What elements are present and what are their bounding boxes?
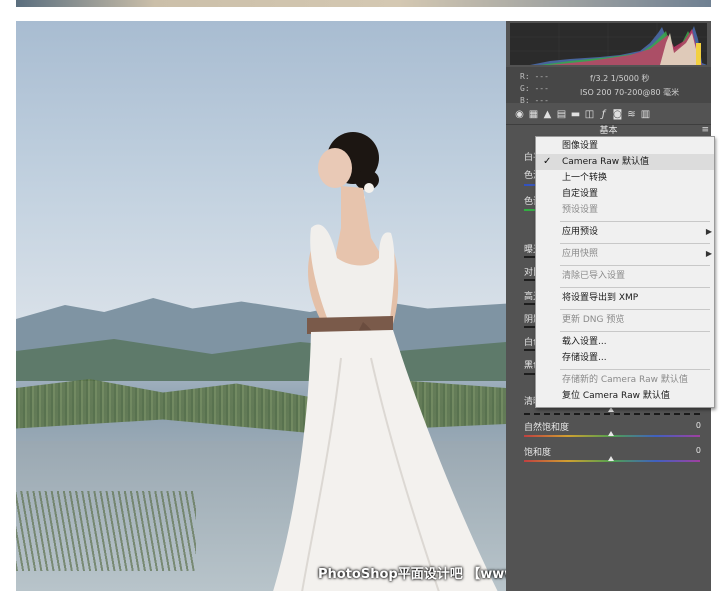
menu-item-load-settings[interactable]: 载入设置... — [536, 334, 714, 350]
menu-item-camera-raw-defaults[interactable]: ✓ Camera Raw 默认值 — [536, 154, 714, 170]
camera-icon[interactable]: ◙ — [612, 109, 623, 120]
clarity-slider[interactable] — [524, 413, 700, 415]
menu-item-label: 上一个转换 — [562, 173, 608, 183]
saturation-slider-thumb[interactable] — [608, 456, 614, 461]
menu-separator — [560, 369, 710, 370]
menu-item-label: 应用快照 — [562, 249, 599, 259]
aperture-icon[interactable]: ◉ — [514, 109, 525, 120]
top-image-strip — [16, 0, 711, 7]
fx-icon[interactable]: ƒ — [598, 109, 609, 120]
lens-icon[interactable]: ◫ — [584, 109, 595, 120]
submenu-arrow-icon: ▶ — [705, 249, 712, 258]
panel-menu-icon[interactable]: ≡ — [701, 125, 709, 135]
menu-item-label: 将设置导出到 XMP — [562, 293, 639, 303]
photo-canvas[interactable] — [16, 21, 506, 591]
menu-item-apply-preset[interactable]: 应用预设 ▶ — [536, 224, 714, 240]
menu-item-preset-settings: 预设设置 — [536, 202, 714, 218]
menu-item-save-settings[interactable]: 存储设置... — [536, 350, 714, 366]
menu-item-export-xmp[interactable]: 将设置导出到 XMP — [536, 290, 714, 306]
menu-item-label: 清除已导入设置 — [562, 271, 626, 281]
saturation-value[interactable]: 0 — [696, 446, 701, 455]
menu-item-label: 复位 Camera Raw 默认值 — [562, 391, 670, 401]
menu-item-label: 预设设置 — [562, 205, 599, 215]
r-readout: R: --- — [520, 72, 549, 81]
menu-separator — [560, 221, 710, 222]
vibrance-label: 自然饱和度 — [524, 423, 570, 433]
menu-item-clear-imported-settings: 清除已导入设置 — [536, 268, 714, 284]
menu-item-apply-snapshot: 应用快照 ▶ — [536, 246, 714, 262]
mountain-icon[interactable]: ▲ — [542, 109, 553, 120]
menu-separator — [560, 309, 710, 310]
grid-icon[interactable]: ▦ — [528, 109, 539, 120]
g-readout: G: --- — [520, 84, 549, 93]
exif-aperture-shutter: f/3.2 1/5000 秒 — [590, 74, 650, 83]
menu-item-label: 自定设置 — [562, 189, 599, 199]
menu-separator — [560, 331, 710, 332]
menu-item-label: 存储设置... — [562, 353, 607, 363]
rgb-readout: R: --- G: --- B: --- — [520, 71, 549, 107]
settings-dropdown-menu: 图像设置 ✓ Camera Raw 默认值 上一个转换 自定设置 预设设置 应用预… — [535, 136, 715, 408]
foreground-reeds — [16, 491, 196, 571]
panel-tabs-toolbar: ◉ ▦ ▲ ▤ ▬ ◫ ƒ ◙ ≋ ▥ — [506, 107, 711, 123]
saturation-label: 饱和度 — [524, 448, 552, 458]
split-icon[interactable]: ▤ — [556, 109, 567, 120]
menu-item-label: 载入设置... — [562, 337, 607, 347]
menu-item-image-settings[interactable]: 图像设置 — [536, 138, 714, 154]
menu-item-previous-conversion[interactable]: 上一个转换 — [536, 170, 714, 186]
presets-icon[interactable]: ▥ — [640, 109, 651, 120]
menu-separator — [560, 265, 710, 266]
sliders-icon[interactable]: ≋ — [626, 109, 637, 120]
section-title: 基本 — [506, 124, 711, 136]
b-readout: B: --- — [520, 96, 549, 105]
menu-item-label: 应用预设 — [562, 227, 599, 237]
menu-item-label: 更新 DNG 预览 — [562, 315, 625, 325]
info-bar: R: --- G: --- B: --- f/3.2 1/5000 秒 ISO … — [506, 67, 711, 105]
histogram — [510, 23, 707, 65]
menu-item-save-new-defaults: 存储新的 Camera Raw 默认值 — [536, 372, 714, 388]
menu-item-custom-settings[interactable]: 自定设置 — [536, 186, 714, 202]
vibrance-value[interactable]: 0 — [696, 421, 701, 430]
submenu-arrow-icon: ▶ — [705, 227, 712, 236]
bride-figure — [273, 132, 498, 591]
exif-iso-lens: ISO 200 70-200@80 毫米 — [580, 88, 680, 97]
menu-item-label: 存储新的 Camera Raw 默认值 — [562, 375, 688, 385]
menu-item-reset-defaults[interactable]: 复位 Camera Raw 默认值 — [536, 388, 714, 404]
menu-item-label: 图像设置 — [562, 141, 599, 151]
menu-item-update-dng-preview: 更新 DNG 预览 — [536, 312, 714, 328]
menu-separator — [560, 243, 710, 244]
layers-icon[interactable]: ▬ — [570, 109, 581, 120]
menu-separator — [560, 287, 710, 288]
checkmark-icon: ✓ — [543, 156, 552, 167]
vibrance-slider-thumb[interactable] — [608, 431, 614, 436]
menu-item-label: Camera Raw 默认值 — [562, 157, 649, 167]
